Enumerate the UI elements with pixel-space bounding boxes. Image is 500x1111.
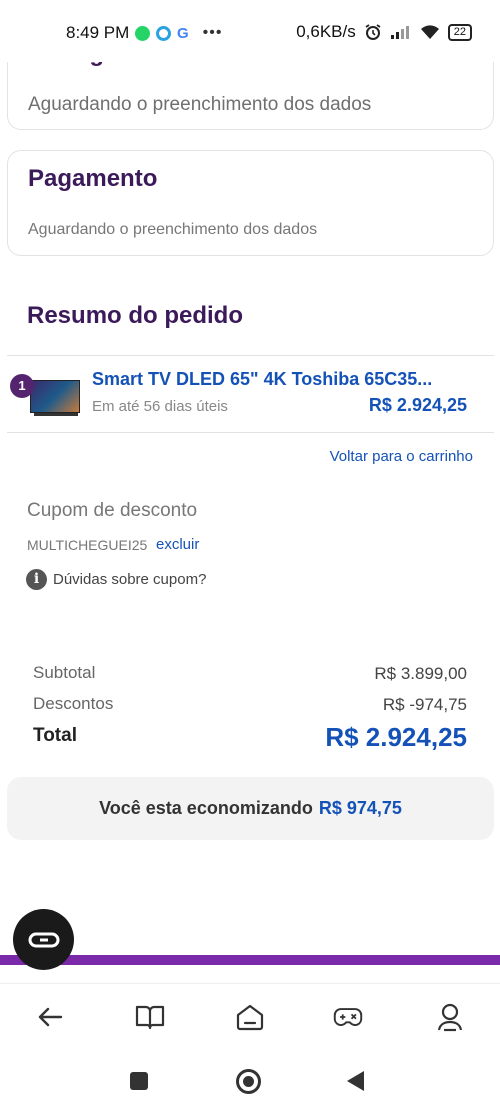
- gamepad-icon[interactable]: [333, 1002, 363, 1032]
- floating-link-button[interactable]: [13, 909, 74, 970]
- status-bar: 8:49 PM G ••• 0,6KB/s 22: [0, 0, 500, 62]
- book-icon[interactable]: [135, 1002, 165, 1032]
- coupon-code: MULTICHEGUEI25: [27, 537, 148, 553]
- subtotal-value: R$ 3.899,00: [374, 664, 467, 683]
- payment-card[interactable]: Pagamento Aguardando o preenchimento dos…: [7, 150, 494, 256]
- bottom-nav: [0, 983, 500, 1047]
- recents-icon[interactable]: [130, 1072, 148, 1090]
- status-time: 8:49 PM: [66, 23, 130, 42]
- app-ring-icon: [156, 25, 171, 41]
- order-summary-title: Resumo do pedido: [27, 302, 243, 329]
- link-icon: [28, 932, 59, 947]
- google-icon: G: [177, 24, 189, 42]
- product-image[interactable]: [30, 380, 80, 413]
- savings-text: Você esta economizando: [99, 798, 313, 818]
- coupon-title: Cupom de desconto: [27, 500, 198, 521]
- signal-icon: [390, 26, 409, 39]
- divider: [7, 355, 494, 356]
- wifi-icon: [420, 25, 439, 39]
- back-arrow-icon[interactable]: [35, 1002, 65, 1032]
- coupon-help-link[interactable]: Dúvidas sobre cupom?: [53, 571, 206, 588]
- home-icon[interactable]: [235, 1002, 265, 1032]
- savings-amount: R$ 974,75: [318, 798, 402, 818]
- savings-banner: Você esta economizando R$ 974,75: [7, 777, 494, 840]
- back-to-cart-link[interactable]: Voltar para o carrinho: [330, 448, 473, 465]
- coupon-remove-link[interactable]: excluir: [156, 536, 199, 553]
- total-label: Total: [33, 725, 77, 746]
- discount-label: Descontos: [33, 694, 114, 713]
- divider: [7, 432, 494, 433]
- quantity-badge: 1: [10, 374, 34, 398]
- discount-value: R$ -974,75: [382, 695, 467, 714]
- whatsapp-icon: [135, 25, 150, 41]
- more-notifications-icon: •••: [202, 24, 223, 41]
- battery-icon: 22: [447, 23, 472, 41]
- payment-title: Pagamento: [28, 165, 158, 192]
- status-notifications: G •••: [135, 24, 222, 42]
- subtotal-label: Subtotal: [33, 663, 96, 682]
- product-image-stand: [34, 413, 78, 416]
- product-name[interactable]: Smart TV DLED 65" 4K Toshiba 65C35...: [92, 369, 432, 390]
- product-price: R$ 2.924,25: [368, 395, 467, 415]
- status-right: 0,6KB/s 22: [296, 22, 472, 42]
- system-nav-bar: [0, 1050, 500, 1111]
- info-icon[interactable]: i: [26, 569, 47, 590]
- total-value: R$ 2.924,25: [325, 722, 467, 752]
- delivery-status: Aguardando o preenchimento dos dados: [28, 94, 372, 115]
- brand-bar: [0, 955, 500, 965]
- back-triangle-icon[interactable]: [347, 1071, 364, 1091]
- home-circle-icon[interactable]: [236, 1069, 261, 1094]
- payment-status: Aguardando o preenchimento dos dados: [28, 221, 318, 238]
- alarm-icon: [365, 24, 381, 40]
- product-delivery-estimate: Em até 56 dias úteis: [92, 398, 228, 415]
- profile-icon[interactable]: [435, 1002, 465, 1032]
- network-speed: 0,6KB/s: [296, 22, 356, 41]
